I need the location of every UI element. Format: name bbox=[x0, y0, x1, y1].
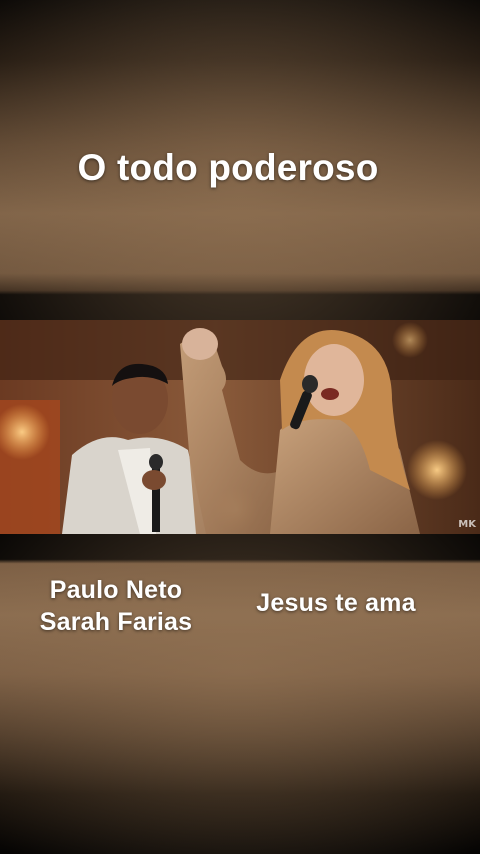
video-scene bbox=[0, 320, 480, 534]
story-screen: O todo poderoso MK Paulo Neto Sarah Fari… bbox=[0, 0, 480, 854]
video-watermark: MK bbox=[458, 519, 476, 530]
video-frame[interactable]: MK bbox=[0, 320, 480, 534]
artist-name-1: Paulo Neto bbox=[49, 576, 183, 604]
song-title: O todo poderoso bbox=[77, 147, 379, 188]
tagline-text: Jesus te ama bbox=[256, 589, 416, 617]
artist-names: Paulo Neto Sarah Farias bbox=[26, 574, 206, 638]
artist-name-2: Sarah Farias bbox=[39, 608, 193, 636]
